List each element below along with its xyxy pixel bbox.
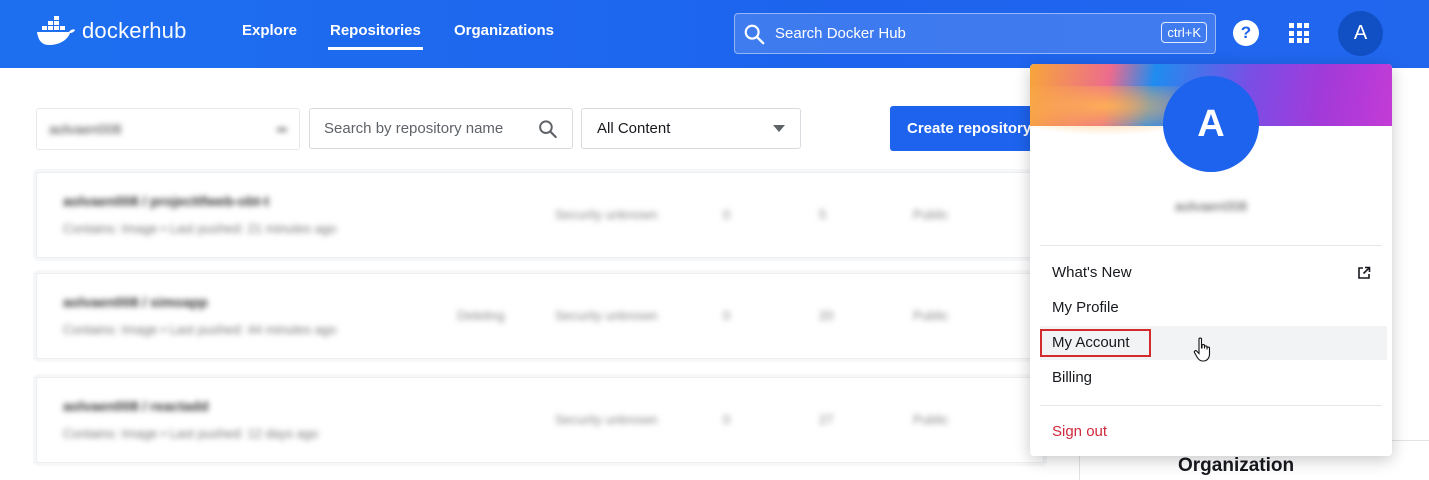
- logo-wordmark: dockerhub: [82, 18, 187, 43]
- content-filter-select[interactable]: All Content: [581, 108, 801, 149]
- organization-panel-title: Organization: [1178, 455, 1295, 476]
- account-menu-avatar: A: [1163, 76, 1259, 172]
- repository-card[interactable]: aolvaen008 / reactadd Contains: Image • …: [36, 377, 1044, 463]
- docker-hub-logo[interactable]: dockerhub: [36, 16, 187, 46]
- repository-name[interactable]: aolvaen008 / projecttfweb-obt-t: [63, 193, 269, 209]
- search-icon[interactable]: [537, 118, 558, 140]
- nav-repositories[interactable]: Repositories: [328, 22, 423, 50]
- menu-divider: [1040, 245, 1382, 246]
- user-avatar-button[interactable]: A: [1338, 11, 1383, 56]
- menu-item-whats-new[interactable]: What's New: [1040, 256, 1387, 290]
- namespace-value: aolvaen008: [49, 121, 122, 137]
- hand-pointer-icon: [1193, 337, 1211, 362]
- namespace-select[interactable]: aolvaen008 ▪▪: [36, 108, 300, 150]
- external-link-icon: [1358, 266, 1371, 279]
- pull-count: 20: [819, 308, 834, 323]
- repository-search[interactable]: [309, 108, 573, 149]
- repository-card[interactable]: aolvaen008 / projecttfweb-obt-t Contains…: [36, 172, 1044, 258]
- repository-meta: Contains: Image • Last pushed: 44 minute…: [63, 322, 337, 337]
- menu-item-billing[interactable]: Billing: [1040, 361, 1387, 395]
- pull-count: 5: [819, 207, 827, 222]
- top-navigation-bar: dockerhub Explore Repositories Organizat…: [0, 0, 1429, 68]
- nav-organizations[interactable]: Organizations: [454, 22, 554, 39]
- docker-whale-icon: [37, 16, 75, 45]
- caret-down-icon: [773, 124, 785, 132]
- menu-item-sign-out[interactable]: Sign out: [1040, 415, 1387, 449]
- visibility-badge: Public: [913, 207, 949, 222]
- repository-name[interactable]: aolvaen008 / simoapp: [63, 294, 208, 310]
- global-search-input[interactable]: [775, 25, 1135, 42]
- menu-item-my-profile[interactable]: My Profile: [1040, 291, 1387, 325]
- account-menu-username: aolvaen008: [1174, 198, 1248, 214]
- repository-name[interactable]: aolvaen008 / reactadd: [63, 398, 209, 414]
- global-search[interactable]: ctrl+K: [734, 13, 1216, 54]
- help-icon[interactable]: ?: [1233, 20, 1259, 46]
- menu-item-my-account[interactable]: My Account: [1040, 326, 1387, 360]
- visibility-badge: Public: [913, 308, 949, 323]
- star-count: 0: [723, 308, 731, 323]
- repository-meta: Contains: Image • Last pushed: 21 minute…: [63, 221, 337, 236]
- status-badge: Deleting: [457, 308, 505, 323]
- pull-count: 27: [819, 412, 834, 427]
- search-icon: [744, 24, 765, 44]
- apps-grid-icon[interactable]: [1289, 23, 1309, 43]
- security-status: Security unknown: [555, 308, 658, 323]
- repository-search-input[interactable]: [324, 120, 529, 137]
- repository-meta: Contains: Image • Last pushed: 12 days a…: [63, 426, 319, 441]
- visibility-badge: Public: [913, 412, 949, 427]
- security-status: Security unknown: [555, 207, 658, 222]
- create-repository-button[interactable]: Create repository: [890, 106, 1040, 151]
- account-menu: A aolvaen008 What's New My Profile My Ac…: [1030, 64, 1392, 456]
- filter-value: All Content: [597, 120, 671, 137]
- star-count: 0: [723, 207, 731, 222]
- menu-divider: [1040, 405, 1382, 406]
- menu-item-label: What's New: [1052, 264, 1132, 281]
- security-status: Security unknown: [555, 412, 658, 427]
- repository-card[interactable]: aolvaen008 / simoapp Contains: Image • L…: [36, 273, 1044, 359]
- nav-explore[interactable]: Explore: [242, 22, 297, 39]
- chevron-down-icon: ▪▪: [277, 121, 287, 137]
- search-shortcut-badge: ctrl+K: [1161, 22, 1207, 43]
- star-count: 0: [723, 412, 731, 427]
